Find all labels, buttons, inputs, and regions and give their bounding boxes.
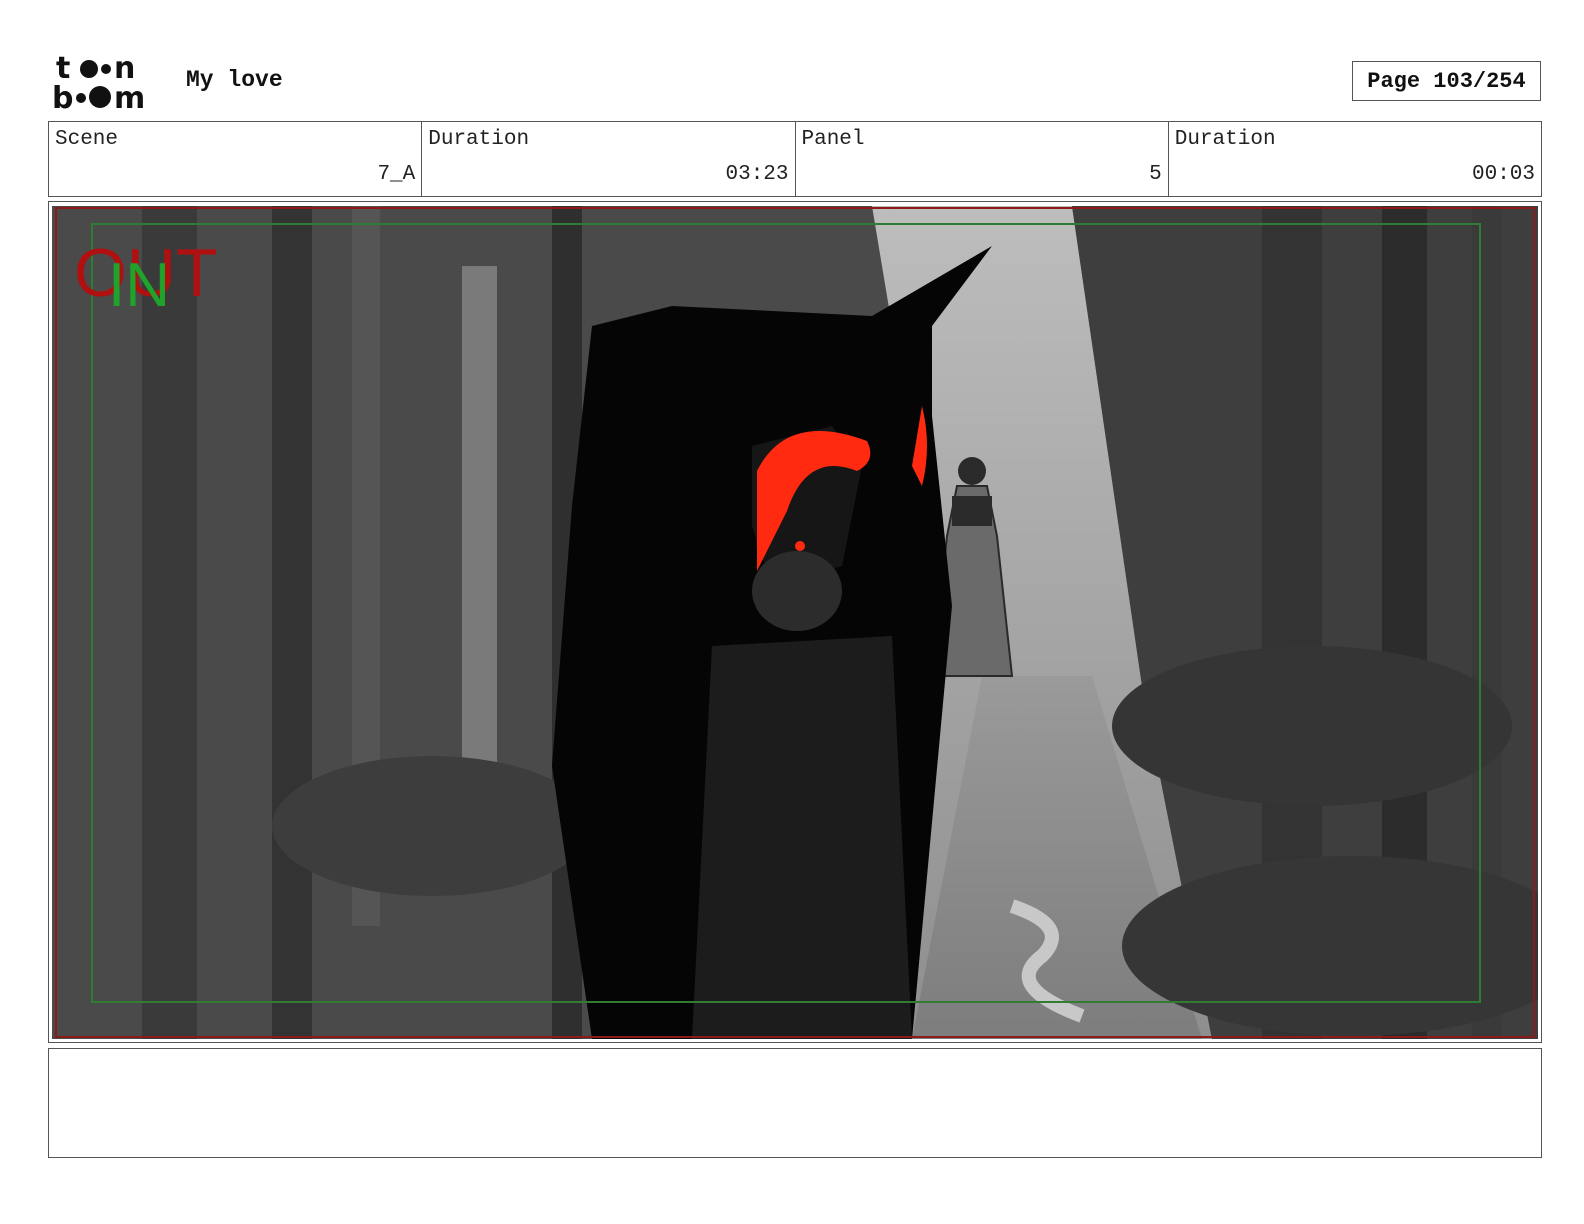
scene-value: 7_A [377,163,416,186]
panel-notes-box [48,1048,1542,1158]
scene-cell: Scene 7_A [49,122,423,196]
scene-label: Scene [55,128,119,151]
scene-duration-label: Duration [428,128,530,151]
panel-duration-label: Duration [1174,128,1276,151]
svg-text:m: m [114,81,145,112]
in-overlay-label: IN [108,251,170,320]
page-indicator: Page 103/254 [1352,61,1541,101]
scene-duration-value: 03:23 [725,163,789,186]
panel-value: 5 [1149,163,1162,186]
panel-duration-cell: Duration 00:03 [1169,122,1541,196]
panel-cell: Panel 5 [796,122,1169,196]
project-title: My love [186,67,283,93]
toonboom-logo: t n b m [52,50,164,116]
storyboard-panel-image: OUT IN [52,206,1538,1039]
panel-label: Panel [801,128,865,151]
svg-text:b: b [52,81,73,112]
panel-duration-value: 00:03 [1471,163,1535,186]
scene-info-table: Scene 7_A Duration 03:23 Panel 5 Duratio… [48,121,1542,197]
scene-duration-cell: Duration 03:23 [422,122,796,196]
